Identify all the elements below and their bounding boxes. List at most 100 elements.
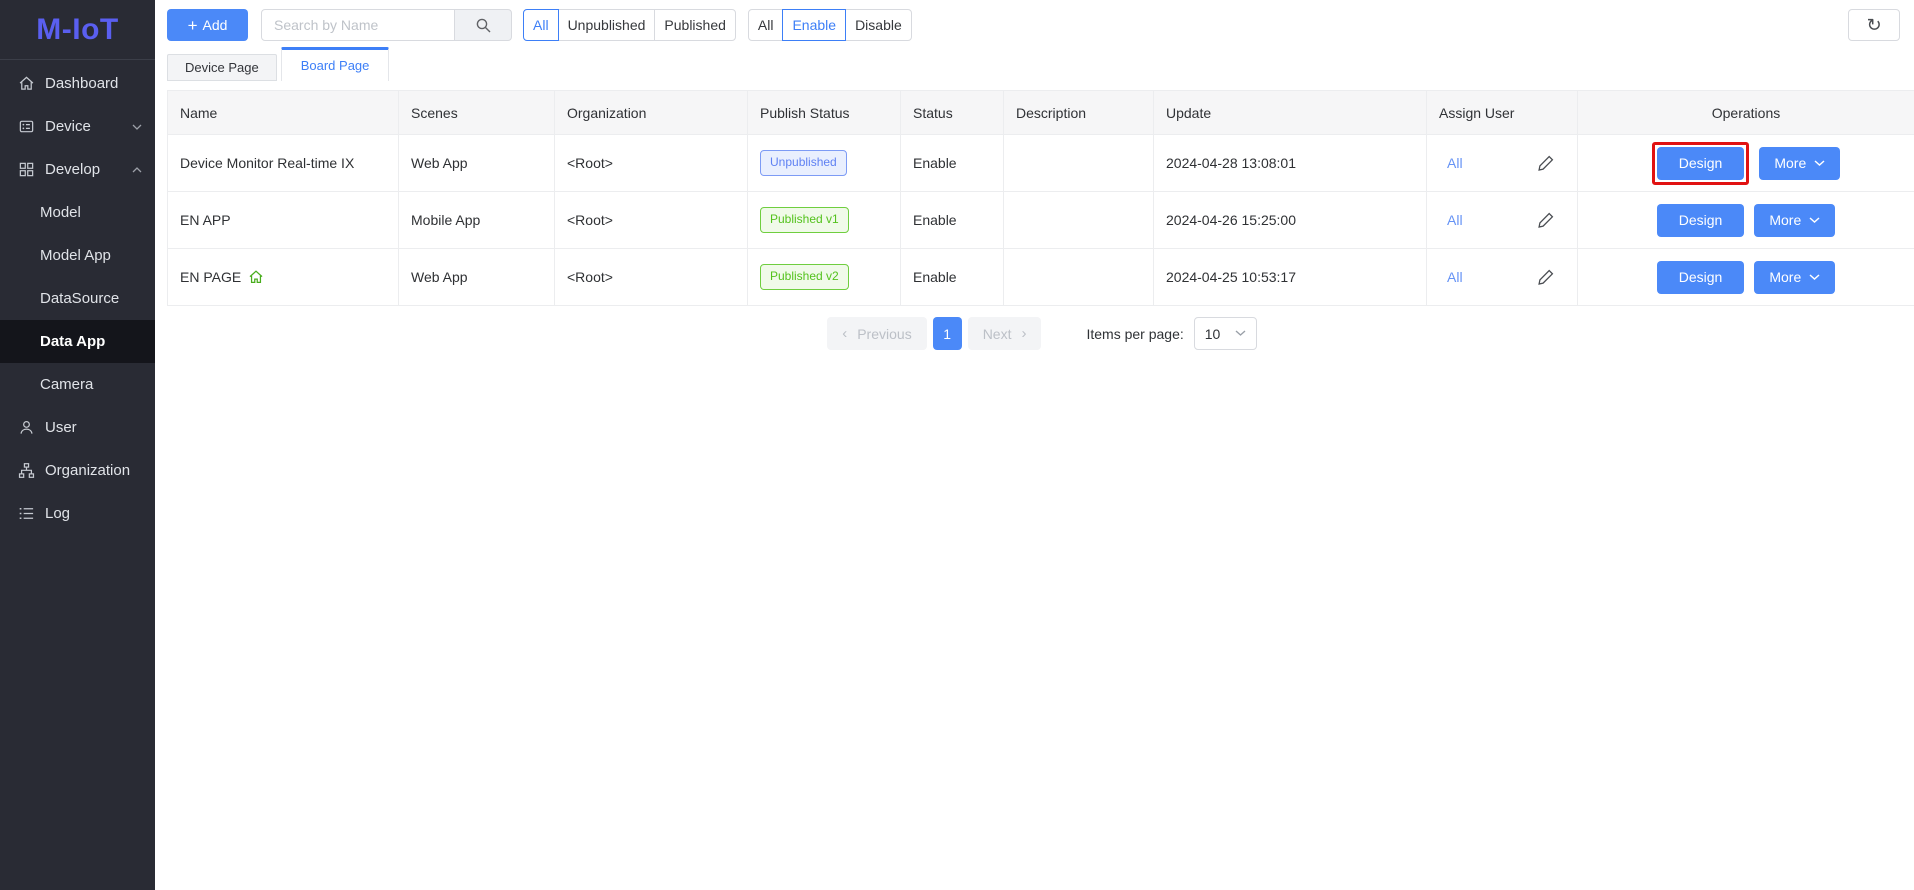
sidebar-item-label: Log: [45, 505, 71, 522]
status-filter-enable[interactable]: Enable: [782, 9, 847, 41]
user-icon: [18, 419, 35, 436]
sidebar-item-dashboard[interactable]: Dashboard: [0, 62, 155, 105]
sidebar-item-organization[interactable]: Organization: [0, 449, 155, 492]
more-button[interactable]: More: [1759, 146, 1841, 180]
design-button[interactable]: Design: [1656, 260, 1745, 294]
publish-filter-group: All Unpublished Published: [523, 9, 736, 41]
publish-filter-published[interactable]: Published: [654, 9, 736, 41]
sidebar-item-label: Data App: [40, 333, 106, 350]
status-filter-disable[interactable]: Disable: [845, 9, 912, 41]
pagination: ‹ Previous 1 Next › Items per page: 10: [167, 317, 1914, 350]
publish-filter-unpublished[interactable]: Unpublished: [557, 9, 656, 41]
more-button-label: More: [1769, 212, 1802, 228]
items-per-page-label: Items per page:: [1086, 325, 1184, 342]
app-name: EN APP: [180, 212, 231, 228]
highlight-box: Design: [1651, 141, 1750, 185]
app-organization: <Root>: [554, 191, 748, 249]
sidebar-item-data-app[interactable]: Data App: [0, 320, 155, 363]
assign-user-all-link[interactable]: All: [1447, 155, 1463, 171]
more-button-label: More: [1774, 155, 1807, 171]
sidebar-item-datasource[interactable]: DataSource: [0, 277, 155, 320]
next-label: Next: [982, 325, 1012, 342]
status-filter-all[interactable]: All: [747, 9, 784, 41]
sidebar-item-label: Dashboard: [45, 75, 119, 92]
sidebar-item-label: Model: [40, 204, 81, 221]
design-button[interactable]: Design: [1656, 203, 1745, 237]
app-scenes: Web App: [398, 248, 555, 306]
design-button[interactable]: Design: [1656, 146, 1745, 180]
app-scenes: Mobile App: [398, 191, 555, 249]
publish-status-badge: Unpublished: [760, 150, 847, 176]
more-button[interactable]: More: [1754, 260, 1836, 294]
add-button-label: Add: [202, 17, 228, 33]
add-button[interactable]: + Add: [167, 9, 248, 41]
app-status: Enable: [900, 248, 1004, 306]
app-logo: M-IoT: [0, 0, 155, 60]
publish-status-badge: Published v1: [760, 207, 849, 233]
edit-pencil-icon[interactable]: [1537, 211, 1555, 229]
assign-user-all-link[interactable]: All: [1447, 212, 1463, 228]
develop-icon: [18, 161, 35, 178]
chevron-down-icon: [1814, 159, 1825, 167]
chevron-down-icon: [132, 124, 142, 130]
sidebar-item-label: DataSource: [40, 290, 120, 307]
sidebar-item-develop[interactable]: Develop: [0, 148, 155, 191]
app-update-time: 2024-04-25 10:53:17: [1153, 248, 1427, 306]
app-scenes: Web App: [398, 134, 555, 192]
plus-icon: +: [187, 15, 198, 35]
chevron-down-icon: [1809, 216, 1820, 224]
app-description: [1003, 248, 1154, 306]
col-header-operations: Operations: [1577, 90, 1914, 135]
toolbar: + Add All Unpublished Published All Enab…: [167, 9, 1900, 41]
app-description: [1003, 134, 1154, 192]
search-button[interactable]: [454, 9, 512, 41]
table-header-row: Name Scenes Organization Publish Status …: [167, 90, 1914, 135]
sidebar-item-user[interactable]: User: [0, 406, 155, 449]
app-status: Enable: [900, 191, 1004, 249]
previous-page-button[interactable]: ‹ Previous: [827, 317, 927, 350]
sidebar-item-label: User: [45, 419, 77, 436]
app-name: EN PAGE: [180, 269, 242, 285]
publish-filter-all[interactable]: All: [523, 9, 559, 41]
app-name: Device Monitor Real-time IX: [180, 155, 355, 171]
sidebar-item-model-app[interactable]: Model App: [0, 234, 155, 277]
table-row: EN APP Mobile App <Root> Published v1 En…: [167, 191, 1914, 249]
assign-user-all-link[interactable]: All: [1447, 269, 1463, 285]
col-header-organization: Organization: [554, 90, 748, 135]
chevron-right-icon: ›: [1021, 325, 1027, 342]
chevron-down-icon: [1809, 273, 1820, 281]
log-icon: [18, 505, 35, 522]
sidebar-menu: Dashboard Device Develop Model Model App…: [0, 60, 155, 535]
sidebar: M-IoT Dashboard Device Develop Model Mod…: [0, 0, 155, 890]
col-header-status: Status: [900, 90, 1004, 135]
col-header-update: Update: [1153, 90, 1427, 135]
col-header-publish-status: Publish Status: [747, 90, 901, 135]
chevron-down-icon: [1235, 330, 1246, 337]
col-header-description: Description: [1003, 90, 1154, 135]
device-icon: [18, 118, 35, 135]
page-size-select[interactable]: 10: [1193, 317, 1257, 350]
chevron-left-icon: ‹: [842, 325, 848, 342]
edit-pencil-icon[interactable]: [1537, 154, 1555, 172]
search-icon: [475, 17, 491, 33]
more-button[interactable]: More: [1754, 203, 1836, 237]
refresh-button[interactable]: ↻: [1848, 9, 1900, 41]
sidebar-item-model[interactable]: Model: [0, 191, 155, 234]
app-status: Enable: [900, 134, 1004, 192]
app-description: [1003, 191, 1154, 249]
sidebar-item-device[interactable]: Device: [0, 105, 155, 148]
search-input[interactable]: [261, 9, 455, 41]
table-row: Device Monitor Real-time IX Web App <Roo…: [167, 134, 1914, 192]
more-button-label: More: [1769, 269, 1802, 285]
sidebar-item-log[interactable]: Log: [0, 492, 155, 535]
tab-device-page[interactable]: Device Page: [167, 54, 277, 81]
app-update-time: 2024-04-28 13:08:01: [1153, 134, 1427, 192]
edit-pencil-icon[interactable]: [1537, 268, 1555, 286]
page-number-button[interactable]: 1: [932, 317, 962, 350]
app-update-time: 2024-04-26 15:25:00: [1153, 191, 1427, 249]
organization-icon: [18, 462, 35, 479]
tab-board-page[interactable]: Board Page: [280, 47, 390, 81]
next-page-button[interactable]: Next ›: [967, 317, 1042, 350]
sidebar-item-camera[interactable]: Camera: [0, 363, 155, 406]
table-row: EN PAGE Web App <Root> Published v2 Enab…: [167, 248, 1914, 306]
